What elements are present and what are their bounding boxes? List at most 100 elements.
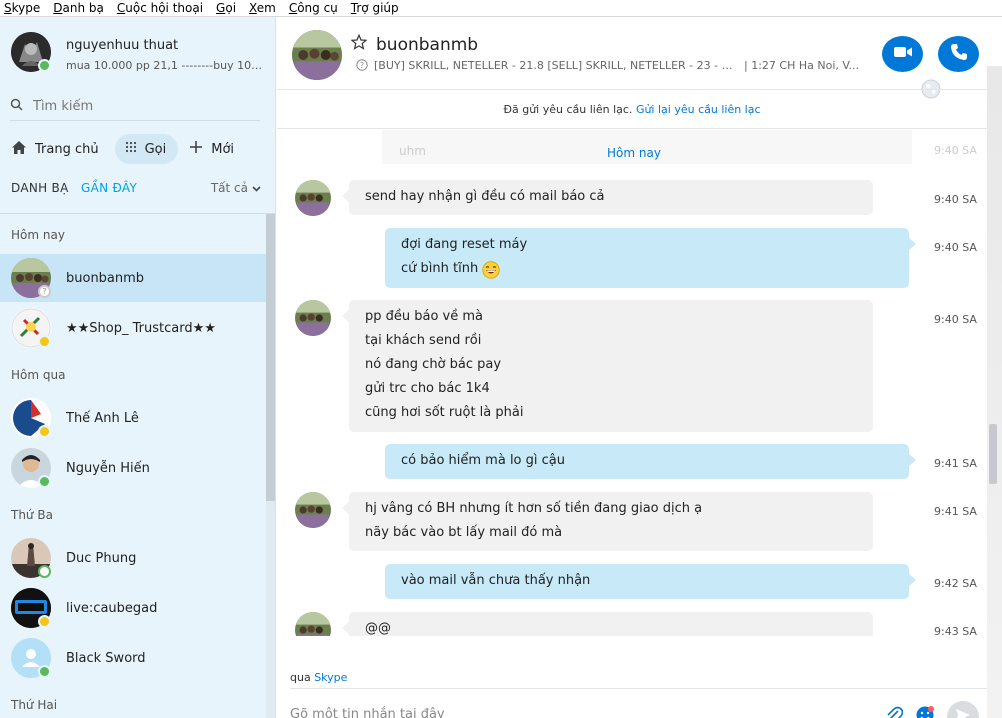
status-offline-icon [38,565,51,578]
chat-pane: buonbanmb ? [BUY] SKRILL, NETELLER - 21.… [277,17,1002,718]
status-away-icon [38,425,51,438]
message-text: có bảo hiểm mà lo gì cậu [401,453,565,468]
contact-name: Duc Phung [66,550,137,566]
message-time: 9:40 SA [934,313,977,326]
via-skype-link[interactable]: Skype [314,671,347,684]
message-text: vào mail vẫn chưa thấy nhận [401,573,591,588]
favorite-star-icon[interactable] [350,33,368,54]
sender-avatar[interactable] [295,612,331,636]
sender-avatar[interactable] [295,180,331,216]
scrollbar-thumb[interactable] [266,214,275,501]
filter-label: Tất cả [210,181,248,195]
menu-tools[interactable]: Công cụ [289,1,338,15]
contact-name: Nguyễn Hiến [66,460,150,476]
audio-call-button[interactable] [938,36,979,72]
message-text: @@ [365,621,391,636]
send-button[interactable] [947,701,979,718]
day-separator: Hôm nay [607,146,661,160]
contact-item-trustcard[interactable]: ★★Shop_ Trustcard★★ [0,304,266,352]
contact-item-buonbanmb[interactable]: ? buonbanmb [0,254,266,302]
plus-icon [189,140,203,158]
message-text: nó đang chờ bác pay [365,357,502,372]
phone-icon [950,43,968,65]
profile-area[interactable]: nguyenhuu thuat mua 10.000 pp 21,1 -----… [0,17,275,87]
svg-text:?: ? [360,61,364,70]
profile-mood[interactable]: mua 10.000 pp 21,1 --------buy 10k p... [66,59,266,72]
status-online-icon [38,665,51,678]
video-call-button[interactable] [882,36,923,72]
sender-avatar[interactable] [295,300,331,336]
nav-new-label: Mới [211,141,235,157]
search-input[interactable]: Tìm kiếm [33,99,93,114]
contact-request-notice: Đã gửi yêu cầu liên lạc. Gửi lại yêu cầu… [277,89,987,129]
nav-new[interactable]: Mới [186,134,242,164]
message-time: 9:42 SA [934,577,977,590]
contact-name: live:caubegad [66,600,158,616]
message-bubble-incoming[interactable]: hj vâng có BH nhưng ít hơn số tiền đang … [342,492,873,551]
resend-request-link[interactable]: Gửi lại yêu cầu liên lạc [636,103,761,116]
status-online-icon [38,475,51,488]
contact-item-black-sword[interactable]: Black Sword [0,634,266,682]
group-yesterday: Hôm qua [11,368,66,382]
chat-scrollbar[interactable] [987,66,1002,718]
divider [0,213,275,214]
previous-message-time: 9:40 SA [934,144,977,157]
nav-home[interactable]: Trang chủ [8,134,107,164]
message-bubble-incoming[interactable]: pp đều báo về mà tại khách send rồi nó đ… [342,300,873,432]
status-unknown-icon: ? [38,285,51,298]
message-bubble-outgoing[interactable]: đợi đang reset máy cứ bình tĩnh [385,228,916,288]
info-icon[interactable]: ? [356,59,368,74]
contact-tabs: DANH BẠ GẦN ĐÂY Tất cả [11,181,263,199]
filter-dropdown[interactable]: Tất cả [211,181,261,195]
menu-conversations[interactable]: Cuộc hội thoại [117,1,203,15]
sender-avatar[interactable] [295,492,331,528]
chat-location-time: | 1:27 CH Ha Noi, V... [744,59,859,72]
menu-contacts[interactable]: Danh bạ [53,1,104,15]
search-icon [10,98,23,115]
tab-recent[interactable]: GẦN ĐÂY [81,181,137,195]
message-bubble-outgoing[interactable]: vào mail vẫn chưa thấy nhận [385,564,916,599]
home-icon [11,140,27,159]
tab-contacts[interactable]: DANH BẠ [11,181,69,195]
compose-tools [885,701,979,718]
message-text-with-emoji: cứ bình tĩnh [401,261,893,285]
sidebar-scrollbar[interactable] [266,214,275,718]
message-bubble-incoming[interactable]: send hay nhận gì đều có mail báo cả [342,180,873,215]
message-text: cứ bình tĩnh [401,261,479,276]
contact-item-nguyen-hien[interactable]: Nguyễn Hiến [0,444,266,492]
message-bubble-incoming[interactable]: @@ [342,612,873,636]
paperclip-icon[interactable] [885,705,904,718]
contact-item-duc-phung[interactable]: Duc Phung [0,534,266,582]
notice-text: Đã gửi yêu cầu liên lạc. [503,103,633,116]
emoji-icon[interactable] [915,705,935,718]
nav-call[interactable]: Gọi [114,134,179,164]
send-arrow-icon [955,708,971,718]
message-text: cũng hơi sốt ruột là phải [365,405,524,420]
menu-call[interactable]: Gọi [216,1,236,15]
chat-avatar[interactable] [292,30,342,80]
message-list[interactable]: uhm 9:40 SA Hôm nay send hay nhận gì đều… [277,130,987,636]
message-time: 9:41 SA [934,505,977,518]
contact-item-caubegad[interactable]: live:caubegad [0,584,266,632]
search-box[interactable]: Tìm kiếm [10,98,260,121]
status-away-icon [38,335,51,348]
group-monday: Thứ Hai [11,698,58,712]
contact-item-the-anh-le[interactable]: Thế Anh Lê [0,394,266,442]
compose-divider [290,688,987,689]
menu-help[interactable]: Trợ giúp [351,1,399,15]
chat-subtitle: ? [BUY] SKRILL, NETELLER - 21.8 [SELL] S… [356,59,861,74]
message-input[interactable]: Gõ một tin nhắn tại đây [290,707,445,718]
message-bubble-outgoing[interactable]: có bảo hiểm mà lo gì cậu [385,444,916,479]
menu-view[interactable]: Xem [249,1,276,15]
chat-scrollbar-thumb[interactable] [989,424,997,484]
video-camera-icon [893,45,913,63]
chat-title[interactable]: buonbanmb [376,35,478,55]
message-text: đợi đang reset máy [401,237,528,252]
contact-name: buonbanmb [66,270,145,286]
profile-name[interactable]: nguyenhuu thuat [66,38,178,53]
contact-name: ★★Shop_ Trustcard★★ [66,320,216,336]
laughing-emoji-icon [482,261,500,284]
via-prefix: qua [290,671,311,684]
menu-skype[interactable]: Skype [4,1,40,15]
profile-status-icon [38,59,51,72]
